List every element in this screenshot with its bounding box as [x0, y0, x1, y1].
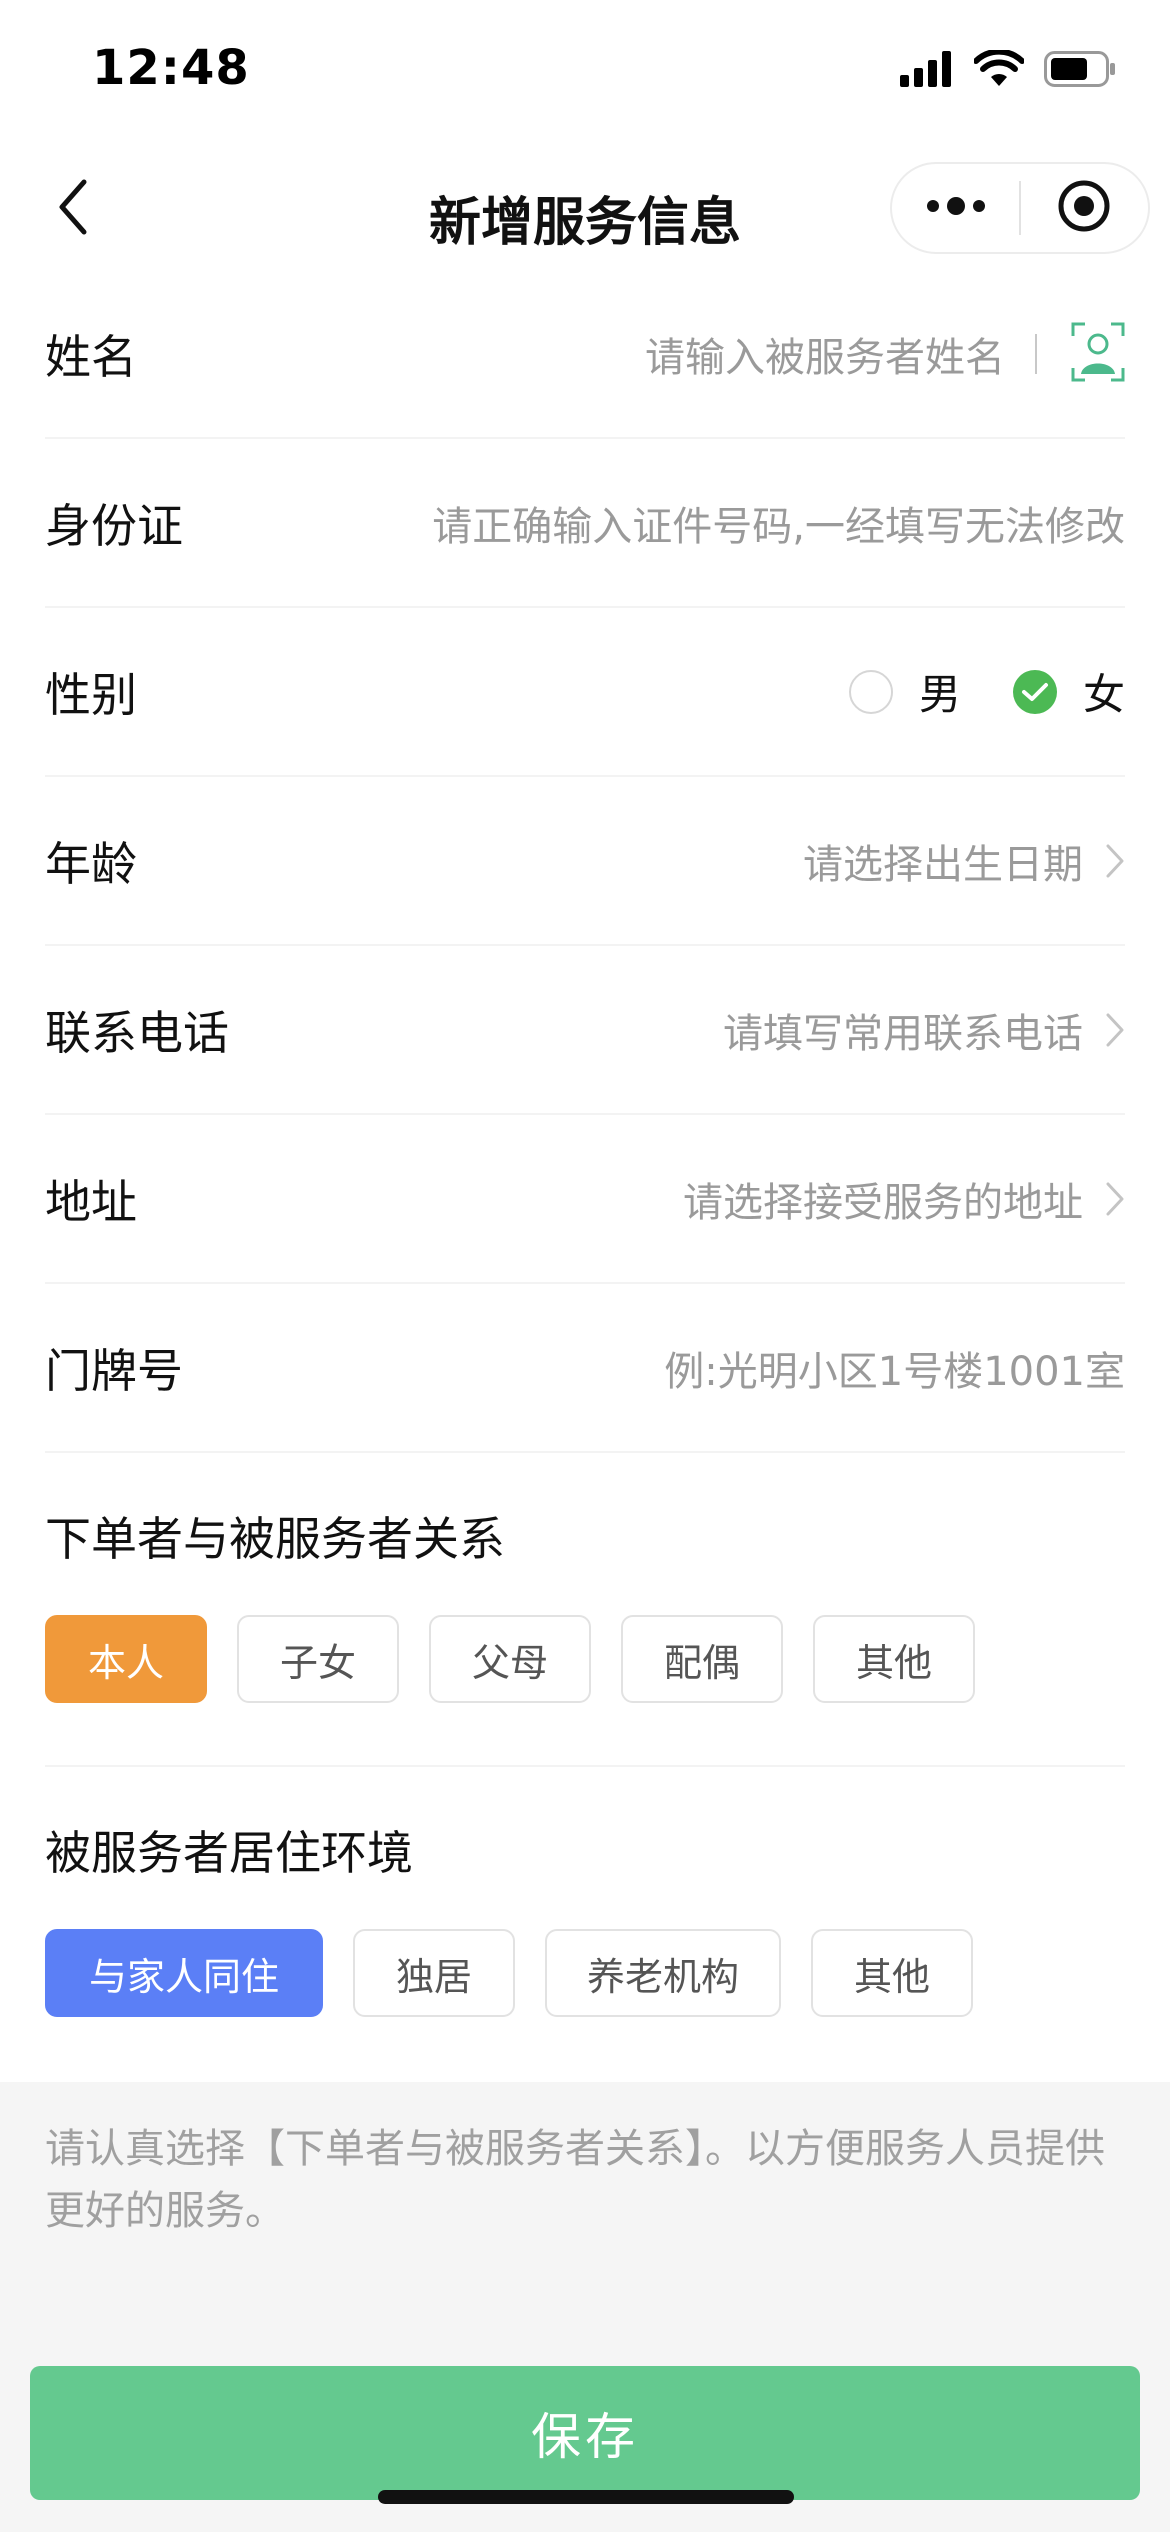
relationship-option-self[interactable]: 本人: [45, 1615, 207, 1703]
chevron-right-icon: [1105, 1181, 1125, 1217]
name-row: 姓名 请输入被服务者姓名: [45, 270, 1125, 439]
service-info-form: 姓名 请输入被服务者姓名 身份证 请正确输入证件号码,一经填写无法修改 性别 男: [45, 270, 1125, 2017]
relationship-option-spouse[interactable]: 配偶: [621, 1615, 783, 1703]
name-input-area: 请输入被服务者姓名: [645, 322, 1125, 386]
battery-icon: [1044, 51, 1116, 91]
relationship-option-children[interactable]: 子女: [237, 1615, 399, 1703]
check-icon: [1021, 682, 1048, 701]
house-number-row: 门牌号 例:光明小区1号楼1001室: [45, 1284, 1125, 1453]
living-title: 被服务者居住环境: [45, 1826, 413, 1880]
status-time: 12:48: [92, 40, 250, 96]
status-bar: 12:48: [0, 0, 1170, 150]
phone-input[interactable]: 请填写常用联系电话: [723, 1001, 1083, 1059]
id-card-input[interactable]: 请正确输入证件号码,一经填写无法修改: [432, 494, 1125, 552]
gender-radio-group: 男 女: [848, 661, 1125, 722]
nav-bar: 新增服务信息: [0, 150, 1170, 270]
birth-date-picker[interactable]: 请选择出生日期: [803, 832, 1083, 890]
more-dots-icon: [925, 196, 987, 220]
address-label: 地址: [45, 1174, 137, 1229]
address-picker[interactable]: 请选择接受服务的地址: [683, 1170, 1083, 1228]
relationship-title: 下单者与被服务者关系: [45, 1512, 505, 1566]
tip-text: 请认真选择【下单者与被服务者关系】。以方便服务人员提供更好的服务。: [45, 2126, 1105, 2234]
gender-row: 性别 男 女: [45, 608, 1125, 777]
mini-program-capsule: [890, 162, 1150, 254]
radio-female[interactable]: [1012, 669, 1057, 714]
phone-label: 联系电话: [45, 1005, 229, 1060]
save-button[interactable]: 保存: [30, 2366, 1140, 2500]
signal-icon: [900, 51, 954, 91]
age-label: 年龄: [45, 836, 137, 891]
radio-male[interactable]: [848, 669, 893, 714]
gender-label: 性别: [45, 667, 137, 722]
id-card-row: 身份证 请正确输入证件号码,一经填写无法修改: [45, 439, 1125, 608]
section-divider: [45, 1765, 1125, 1767]
age-row[interactable]: 年龄 请选择出生日期: [45, 777, 1125, 946]
living-option-alone[interactable]: 独居: [353, 1929, 515, 2017]
target-circle-icon: [1057, 179, 1111, 237]
radio-female-label[interactable]: 女: [1083, 661, 1125, 722]
home-indicator: [378, 2490, 794, 2504]
living-option-nursing-home[interactable]: 养老机构: [545, 1929, 782, 2017]
chevron-right-icon: [1105, 843, 1125, 879]
chevron-right-icon: [1105, 1012, 1125, 1048]
input-divider: [1035, 333, 1037, 374]
living-option-other[interactable]: 其他: [811, 1929, 974, 2017]
living-options: 与家人同住 独居 养老机构 其他: [45, 1929, 1125, 2017]
status-icons: [900, 48, 1116, 92]
phone-row[interactable]: 联系电话 请填写常用联系电话: [45, 946, 1125, 1115]
relationship-options: 本人 子女 父母 配偶 其他: [45, 1615, 1125, 1703]
radio-male-label[interactable]: 男: [919, 661, 961, 722]
relationship-option-other[interactable]: 其他: [813, 1615, 975, 1703]
house-number-label: 门牌号: [45, 1343, 183, 1398]
living-option-with-family[interactable]: 与家人同住: [45, 1929, 323, 2017]
relationship-option-parents[interactable]: 父母: [429, 1615, 591, 1703]
address-row[interactable]: 地址 请选择接受服务的地址: [45, 1115, 1125, 1284]
id-card-label: 身份证: [45, 498, 183, 553]
house-number-input[interactable]: 例:光明小区1号楼1001室: [664, 1339, 1125, 1397]
name-input[interactable]: 请输入被服务者姓名: [645, 325, 1005, 383]
close-program-button[interactable]: [1021, 164, 1148, 252]
wifi-icon: [973, 48, 1025, 92]
name-label: 姓名: [45, 329, 137, 384]
more-button[interactable]: [892, 164, 1019, 252]
face-scan-icon[interactable]: [1071, 322, 1125, 386]
